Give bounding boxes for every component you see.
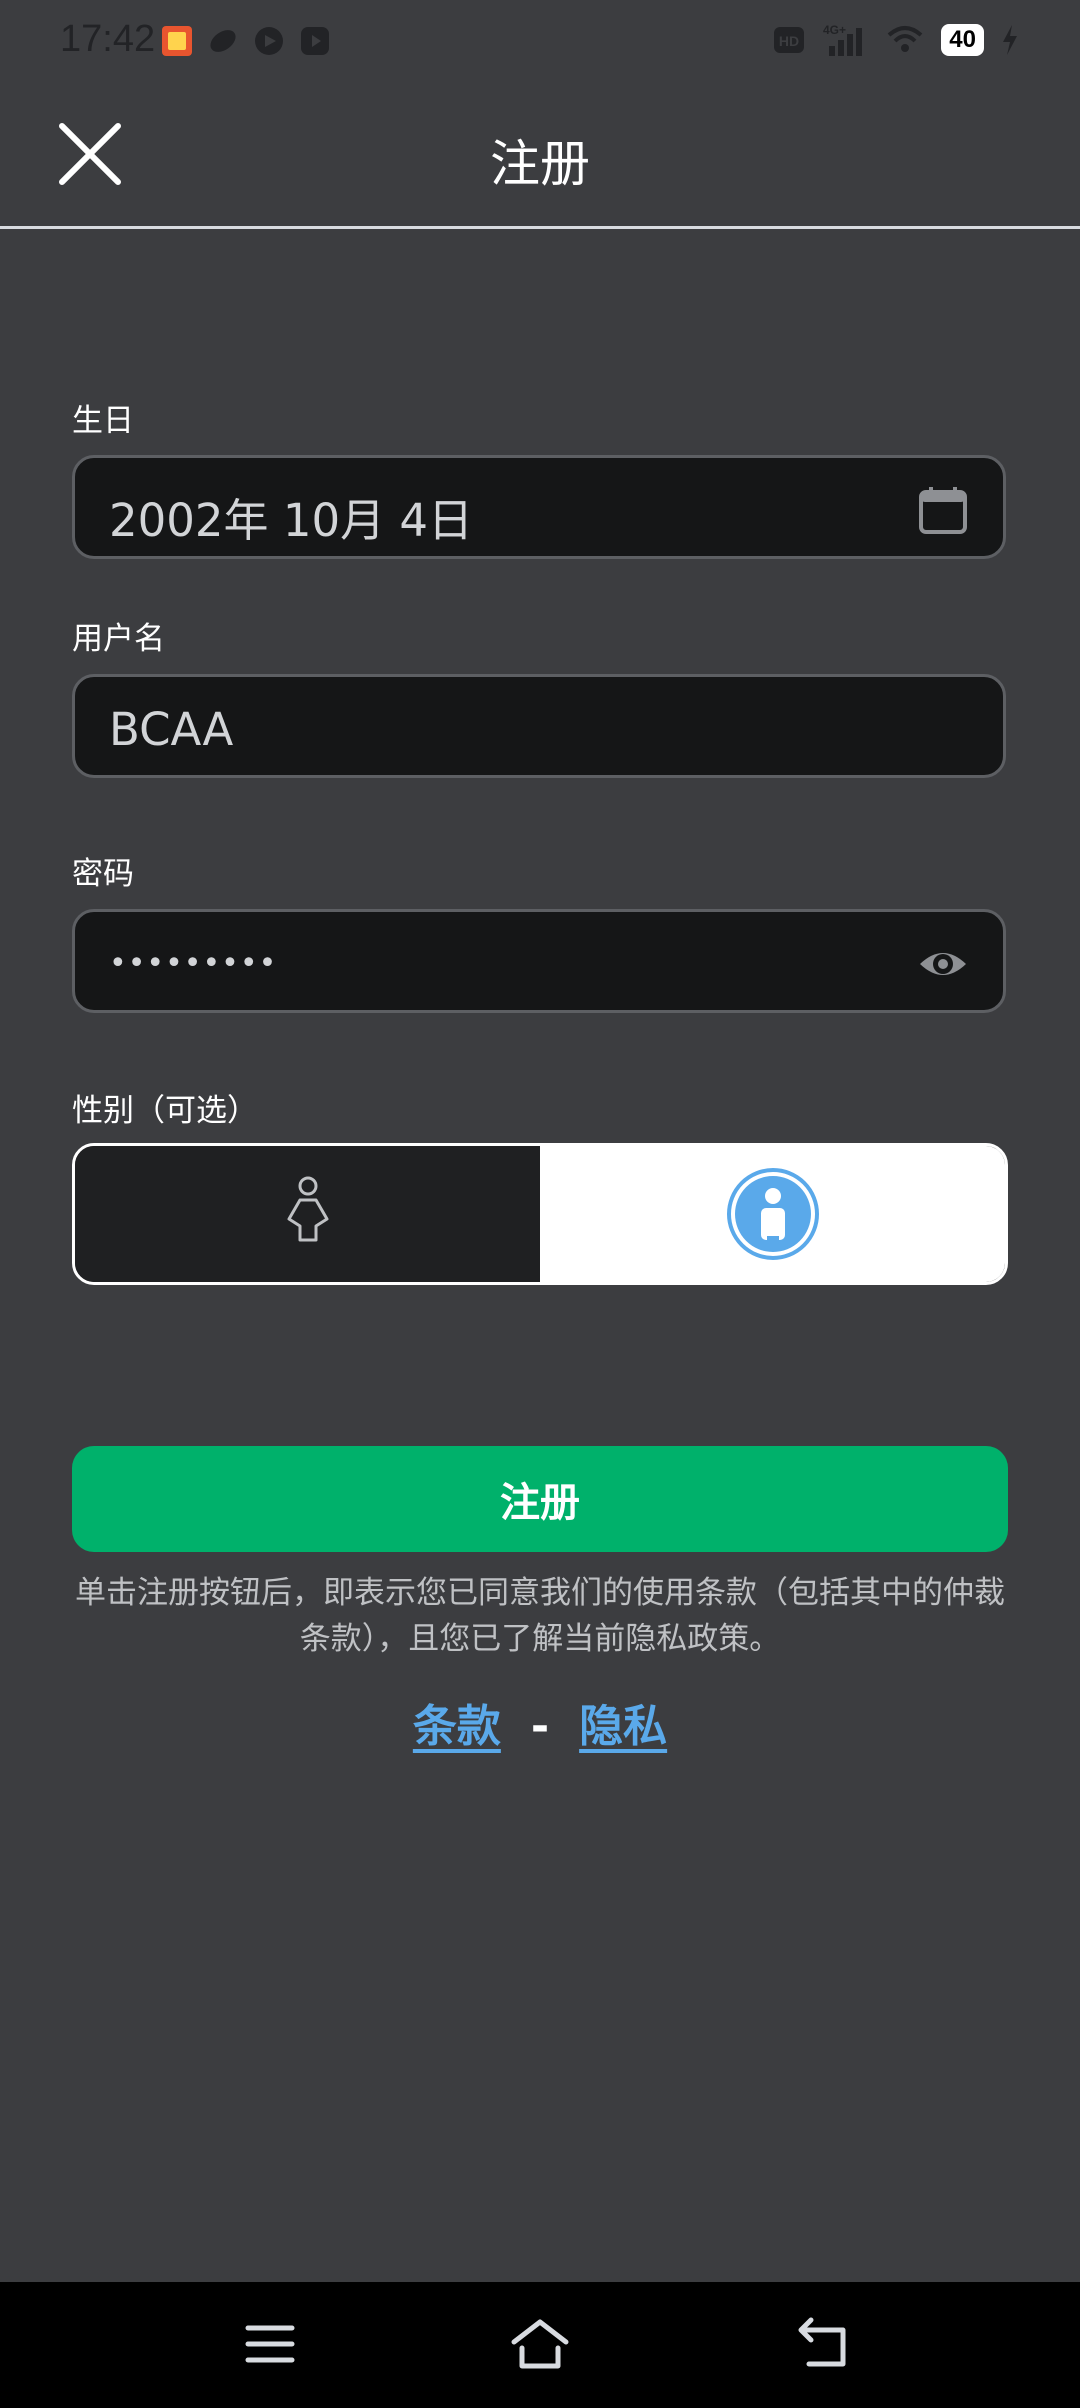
header: 注册 xyxy=(0,84,1080,229)
link-separator: - xyxy=(530,1701,550,1752)
terms-notice: 单击注册按钮后，即表示您已同意我们的使用条款（包括其中的仲裁条款），且您已了解当… xyxy=(75,1575,1005,1657)
hd-icon: HD xyxy=(774,27,805,53)
female-icon xyxy=(287,1176,328,1242)
video-notification-icon xyxy=(301,27,329,55)
birthday-field[interactable]: 2002年 10月 4日 xyxy=(72,455,1006,559)
battery-level: 40 xyxy=(941,24,984,56)
menu-icon[interactable] xyxy=(238,2312,302,2376)
back-icon[interactable] xyxy=(793,2312,857,2376)
eye-icon[interactable] xyxy=(917,938,969,990)
terms-link[interactable]: 条款 xyxy=(413,1701,501,1752)
privacy-link[interactable]: 隐私 xyxy=(579,1701,667,1752)
username-value: BCAA xyxy=(109,703,234,756)
password-label: 密码 xyxy=(72,856,134,892)
gender-toggle xyxy=(72,1143,1008,1285)
app-notification-icon xyxy=(162,26,192,56)
play-notification-icon xyxy=(255,27,283,55)
home-icon[interactable] xyxy=(508,2312,572,2376)
status-bar: 17:42 HD 4G+ 40 xyxy=(0,0,1080,84)
signal-icon: 4G+ xyxy=(823,23,863,56)
username-label: 用户名 xyxy=(72,621,165,657)
legal-links: 条款 - 隐私 xyxy=(0,1690,1080,1754)
status-time: 17:42 xyxy=(60,18,156,60)
leaf-notification-icon xyxy=(210,30,236,52)
wifi-icon xyxy=(887,26,923,52)
male-icon xyxy=(726,1168,819,1260)
charging-icon xyxy=(1003,25,1017,55)
birthday-label: 生日 xyxy=(72,403,134,439)
svg-text:HD: HD xyxy=(779,33,799,49)
gender-option-male[interactable] xyxy=(540,1146,1005,1282)
password-value: ••••••••• xyxy=(109,946,278,981)
register-button[interactable]: 注册 xyxy=(72,1446,1008,1552)
notification-icons xyxy=(160,24,332,58)
network-type: 4G+ xyxy=(823,23,846,37)
page-title: 注册 xyxy=(490,135,590,193)
password-field[interactable]: ••••••••• xyxy=(72,909,1006,1013)
calendar-icon[interactable] xyxy=(917,484,969,536)
gender-label: 性别（可选） xyxy=(72,1093,258,1129)
username-field[interactable]: BCAA xyxy=(72,674,1006,778)
status-right-group: HD 4G+ 40 xyxy=(773,22,1020,58)
birthday-value: 2002年 10月 4日 xyxy=(109,494,474,547)
gender-option-female[interactable] xyxy=(75,1146,540,1282)
system-nav-bar xyxy=(0,2282,1080,2408)
